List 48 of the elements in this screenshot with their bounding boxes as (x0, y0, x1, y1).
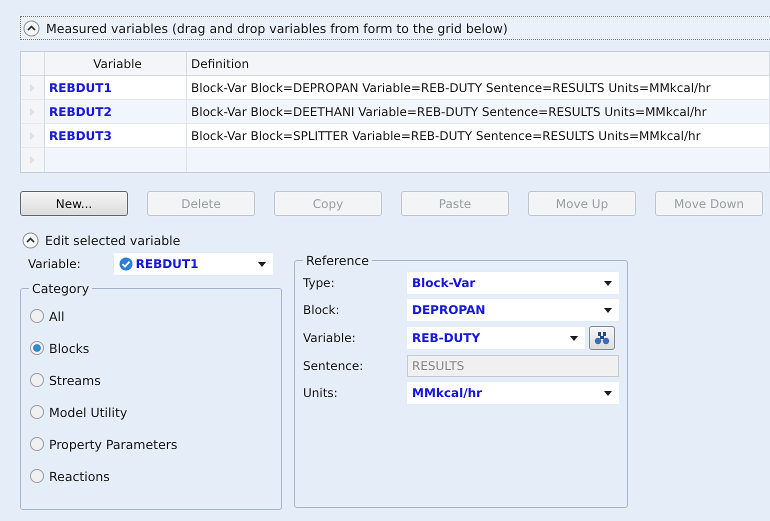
table-cell: Block-Var Block=SPLITTER Variable=REB-DUTY Sentence=RESULTS Units=MMkcal/hr (187, 124, 770, 148)
radio-button[interactable] (29, 308, 45, 324)
field-label: Block: (303, 303, 340, 317)
dropdown-arrow-icon[interactable] (604, 308, 612, 312)
field-label: Type: (303, 276, 336, 290)
radio-button[interactable] (29, 372, 45, 388)
collapse-icon[interactable] (23, 20, 40, 36)
group-title: Reference (305, 253, 370, 268)
dropdown-arrow-icon[interactable] (570, 336, 578, 340)
field-label: Sentence: (303, 359, 364, 373)
radio-label[interactable]: All (49, 308, 64, 324)
table-cell: REBDUT2 (45, 100, 187, 124)
group-title: Category (31, 281, 90, 296)
readonly-field: RESULTS (407, 355, 619, 377)
dropdown-arrow-icon[interactable] (604, 390, 612, 396)
radio-label[interactable]: Reactions (49, 468, 110, 484)
section-title: Edit selected variable (45, 233, 180, 248)
column-header[interactable]: Variable (45, 52, 187, 76)
radio-label[interactable]: Model Utility (49, 404, 128, 420)
collapse-icon[interactable] (22, 232, 39, 249)
field-label: Variable: (303, 331, 357, 345)
field-label: Variable: (28, 257, 81, 271)
dropdown-field[interactable]: REB-DUTY (407, 327, 585, 349)
column-header[interactable]: Definition (187, 52, 770, 76)
variable-dropdown[interactable]: REBDUT1 (114, 253, 273, 275)
dropdown-arrow-icon[interactable] (258, 262, 266, 266)
check-icon (118, 257, 133, 271)
radio-label[interactable]: Property Parameters (49, 436, 178, 452)
radio-button[interactable] (29, 340, 45, 356)
binoculars-icon (594, 331, 610, 345)
table-cell: REBDUT3 (45, 124, 187, 148)
table-cell: REBDUT1 (45, 76, 187, 100)
radio-button[interactable] (29, 404, 45, 420)
action-button[interactable]: New... (20, 191, 128, 216)
radio-label[interactable]: Streams (49, 372, 101, 388)
dropdown-arrow-icon[interactable] (604, 280, 612, 286)
field-label: Units: (303, 386, 339, 400)
dropdown-field[interactable]: DEPROPAN (407, 299, 619, 321)
table-cell: Block-Var Block=DEETHANI Variable=REB-DUTY Sentence=RESULTS Units=MMkcal/hr (187, 100, 770, 124)
section-title: Measured variables (drag and drop variables from form to the grid below) (46, 20, 508, 36)
radio-button[interactable] (29, 436, 45, 452)
dropdown-field[interactable]: MMkcal/hr (407, 382, 619, 404)
corner-cell[interactable] (21, 52, 45, 76)
radio-button[interactable] (29, 468, 45, 484)
table-cell: Block-Var Block=DEPROPAN Variable=REB-DUTY Sentence=RESULTS Units=MMkcal/hr (187, 76, 770, 100)
radio-label[interactable]: Blocks (49, 340, 90, 356)
dropdown-field[interactable]: Block-Var (407, 272, 619, 294)
binoculars-button[interactable] (589, 326, 615, 350)
